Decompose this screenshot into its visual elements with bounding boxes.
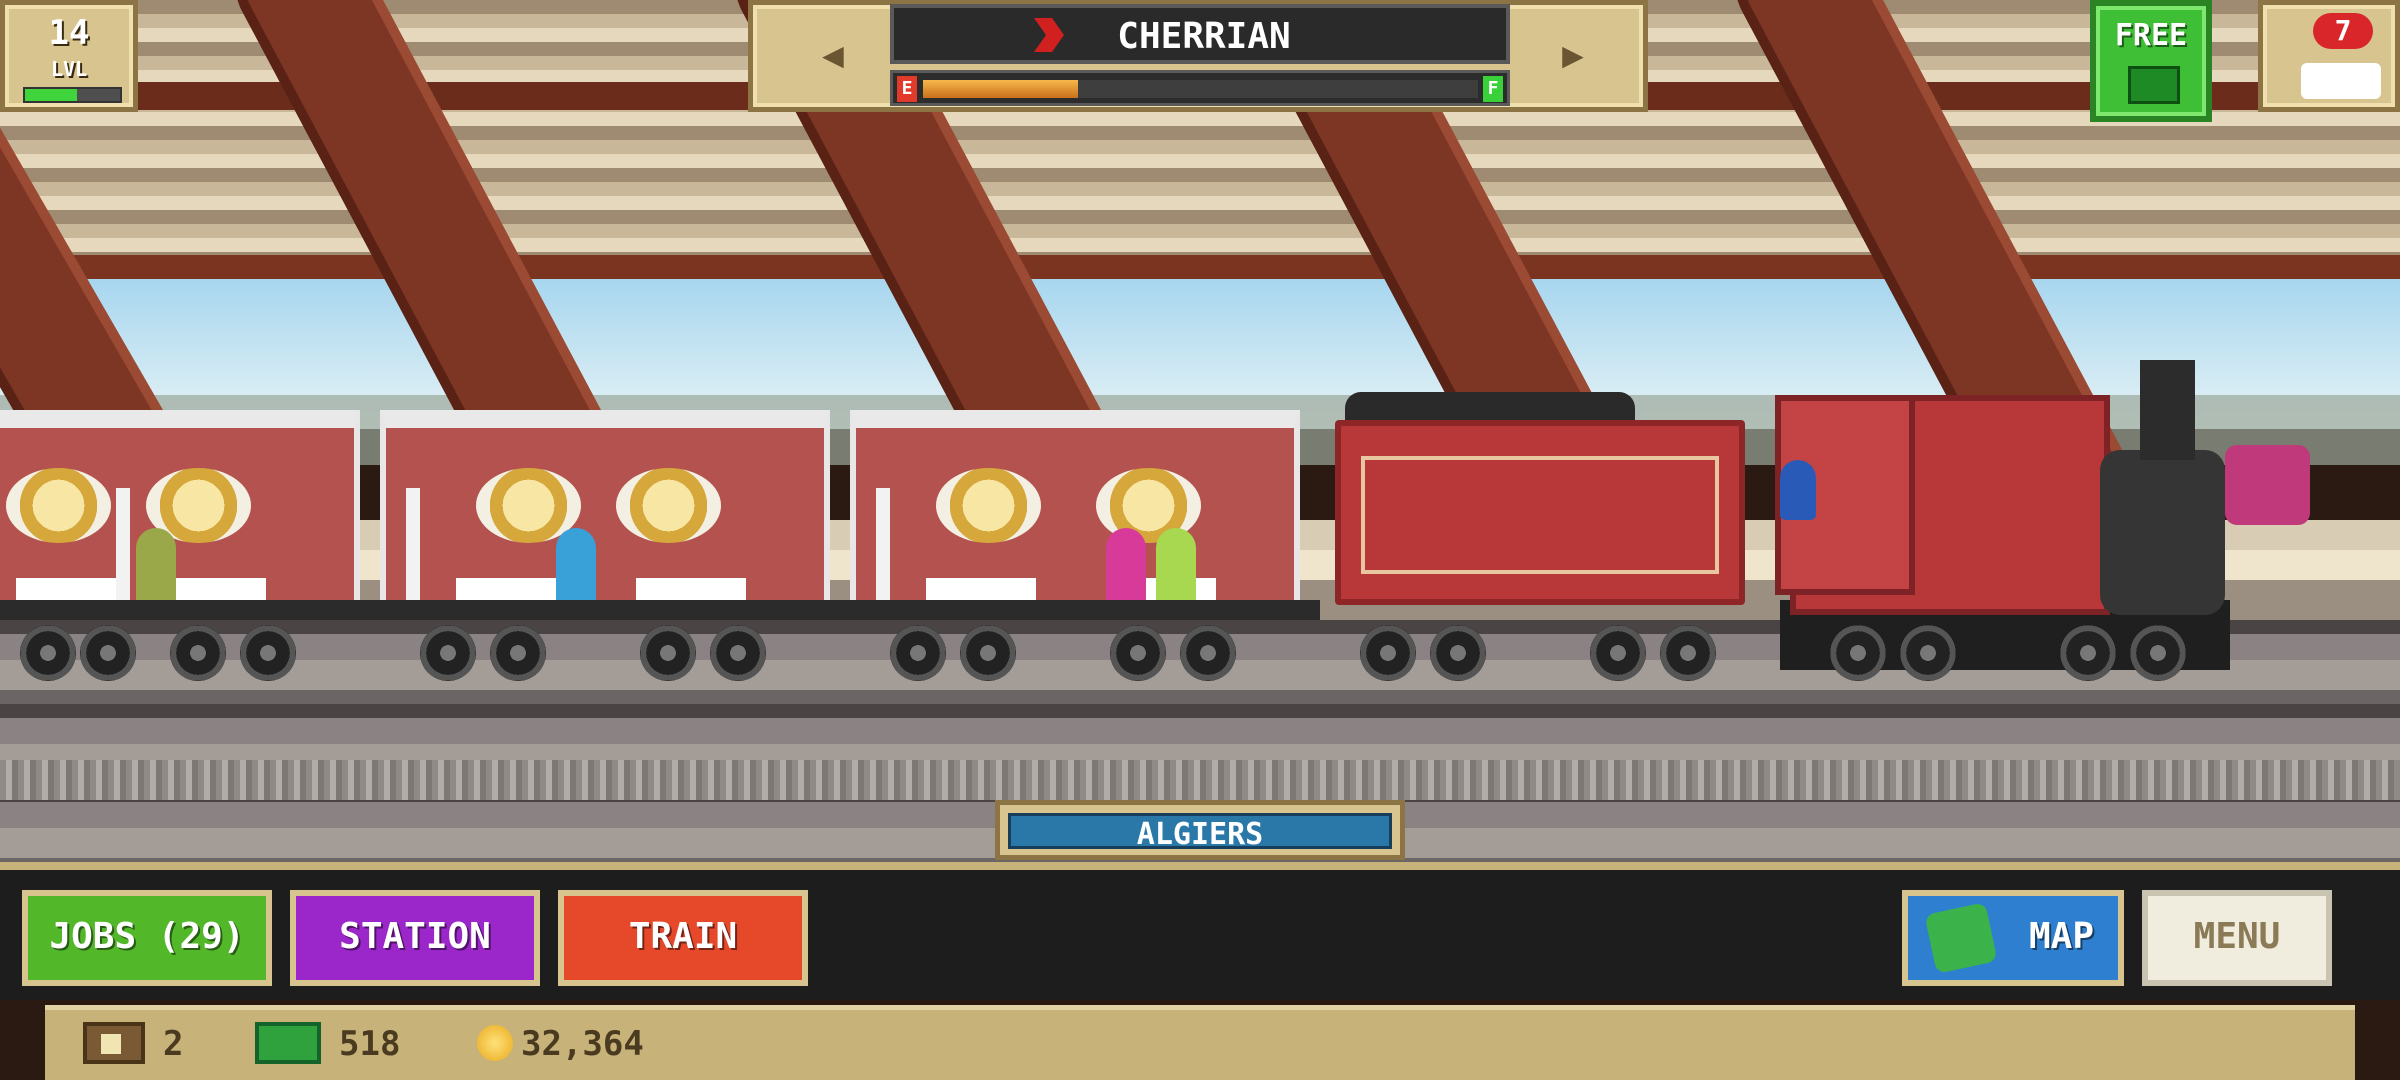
map-icon <box>1924 902 1998 974</box>
roof-beam-lower <box>0 255 2400 279</box>
wheel <box>960 625 1016 681</box>
train-notifications-button[interactable]: 7 <box>2258 0 2400 112</box>
train-name-panel[interactable]: CHERRIAN <box>890 4 1510 64</box>
locomotive-smokebox <box>2100 450 2225 615</box>
fuel-fill <box>923 80 1079 98</box>
level-number: 14 <box>48 13 90 53</box>
tender-panel <box>1361 456 1719 574</box>
cash-amount: 518 <box>339 1024 401 1064</box>
left-arrow-icon: ◀ <box>822 35 844 76</box>
chandelier <box>6 468 111 543</box>
xp-progress-fill <box>25 89 78 101</box>
right-arrow-icon: ▶ <box>1562 35 1584 76</box>
wheel <box>890 625 946 681</box>
fuel-gauge: E F <box>890 70 1510 106</box>
wheel <box>1590 625 1646 681</box>
track-gravel <box>0 760 2400 800</box>
wheel <box>80 625 136 681</box>
chandelier <box>936 468 1041 543</box>
level-label: LVL <box>50 57 88 81</box>
cash-icon <box>2128 66 2180 104</box>
wheel <box>490 625 546 681</box>
dining-car[interactable] <box>850 410 1300 618</box>
fuel-full-label: F <box>1483 76 1503 102</box>
next-train-button[interactable]: ▶ <box>1513 17 1633 95</box>
car-chassis <box>0 600 1320 620</box>
wheel <box>1180 625 1236 681</box>
coin-amount: 32,364 <box>521 1024 644 1064</box>
car-pillar <box>406 488 420 618</box>
wheel <box>640 625 696 681</box>
wheel <box>420 625 476 681</box>
wheel <box>2060 625 2116 681</box>
train-button[interactable]: TRAIN <box>558 890 808 986</box>
previous-train-button[interactable]: ◀ <box>773 17 893 95</box>
chandelier <box>616 468 721 543</box>
passenger[interactable] <box>1106 528 1146 608</box>
station-name-panel: ALGIERS <box>1008 813 1392 852</box>
wheel <box>1660 625 1716 681</box>
notification-badge: 7 <box>2313 13 2373 49</box>
train-name: CHERRIAN <box>1117 16 1291 57</box>
wheel <box>20 625 76 681</box>
map-label: MAP <box>2028 916 2094 957</box>
wheel <box>1900 625 1956 681</box>
resource-bar: 2 518 32,364 <box>45 1005 2355 1080</box>
engineer[interactable] <box>1780 460 1816 520</box>
wheel <box>1430 625 1486 681</box>
coal-tender[interactable] <box>1335 420 1745 605</box>
menu-button[interactable]: MENU <box>2142 890 2332 986</box>
map-button[interactable]: MAP <box>1902 890 2124 986</box>
jobs-button[interactable]: JOBS (29) <box>22 890 272 986</box>
dining-car[interactable] <box>380 410 830 618</box>
wheel <box>710 625 766 681</box>
wheel <box>170 625 226 681</box>
car-pillar <box>116 488 130 618</box>
level-badge[interactable]: 14 LVL <box>0 0 138 112</box>
train-icon <box>2301 63 2381 99</box>
chimney <box>2140 360 2195 460</box>
passenger[interactable] <box>136 528 176 608</box>
free-cash-button[interactable]: FREE <box>2090 0 2212 122</box>
fuel-empty-label: E <box>897 76 917 102</box>
wheel <box>240 625 296 681</box>
passenger[interactable] <box>556 528 596 608</box>
cash-icon <box>255 1022 321 1064</box>
crate-icon <box>83 1022 145 1064</box>
station-button[interactable]: STATION <box>290 890 540 986</box>
luggage-bag-icon[interactable] <box>2225 445 2310 525</box>
free-label: FREE <box>2114 18 2188 53</box>
dining-car[interactable] <box>0 410 360 618</box>
crate-count: 2 <box>163 1024 184 1064</box>
coin-icon <box>477 1025 513 1061</box>
wheel <box>2130 625 2186 681</box>
wheel <box>1360 625 1416 681</box>
wheel <box>1110 625 1166 681</box>
passenger[interactable] <box>1156 528 1196 608</box>
xp-progress-bar <box>23 87 122 103</box>
station-name: ALGIERS <box>1136 817 1264 852</box>
fuel-track <box>923 80 1478 98</box>
station-sign: ALGIERS <box>995 800 1405 860</box>
wheel <box>1830 625 1886 681</box>
car-pillar <box>876 488 890 618</box>
